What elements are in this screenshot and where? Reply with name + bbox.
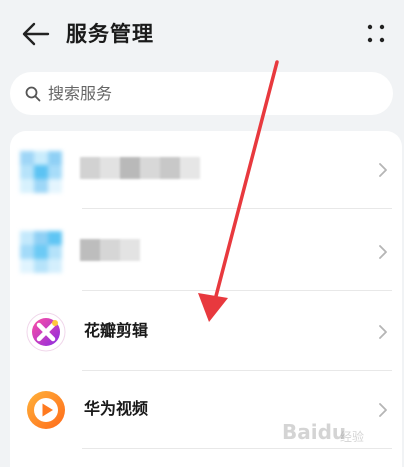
chevron-right-icon	[379, 325, 387, 339]
blurred-app-name	[80, 239, 140, 261]
watermark-sub: 经验	[340, 430, 365, 444]
blurred-app-icon	[20, 151, 62, 193]
petal-clip-icon	[26, 312, 66, 352]
app-name: 花瓣剪辑	[84, 321, 149, 340]
blurred-app-icon	[20, 231, 62, 273]
search-box[interactable]	[10, 72, 393, 115]
search-input[interactable]	[48, 72, 368, 115]
chevron-right-icon	[379, 403, 387, 417]
page-title: 服务管理	[66, 22, 154, 46]
watermark-logo: Baidu	[282, 420, 347, 444]
app-name: 华为视频	[84, 399, 149, 418]
chevron-right-icon	[379, 163, 387, 177]
search-icon	[25, 86, 41, 102]
divider	[82, 208, 392, 209]
arrow-left-icon[interactable]	[20, 20, 52, 48]
service-row-2[interactable]	[10, 213, 402, 291]
service-list-card: 花瓣剪辑 华为视频	[10, 131, 402, 467]
huawei-video-icon	[27, 391, 65, 429]
service-row-petal-clip[interactable]: 花瓣剪辑	[10, 293, 402, 371]
header-bar: 服务管理	[0, 0, 404, 68]
chevron-right-icon	[379, 245, 387, 259]
divider	[82, 448, 392, 449]
blurred-app-name	[80, 157, 200, 179]
divider	[82, 290, 392, 291]
service-row-1[interactable]	[10, 131, 402, 209]
four-dots-icon[interactable]	[364, 22, 388, 46]
